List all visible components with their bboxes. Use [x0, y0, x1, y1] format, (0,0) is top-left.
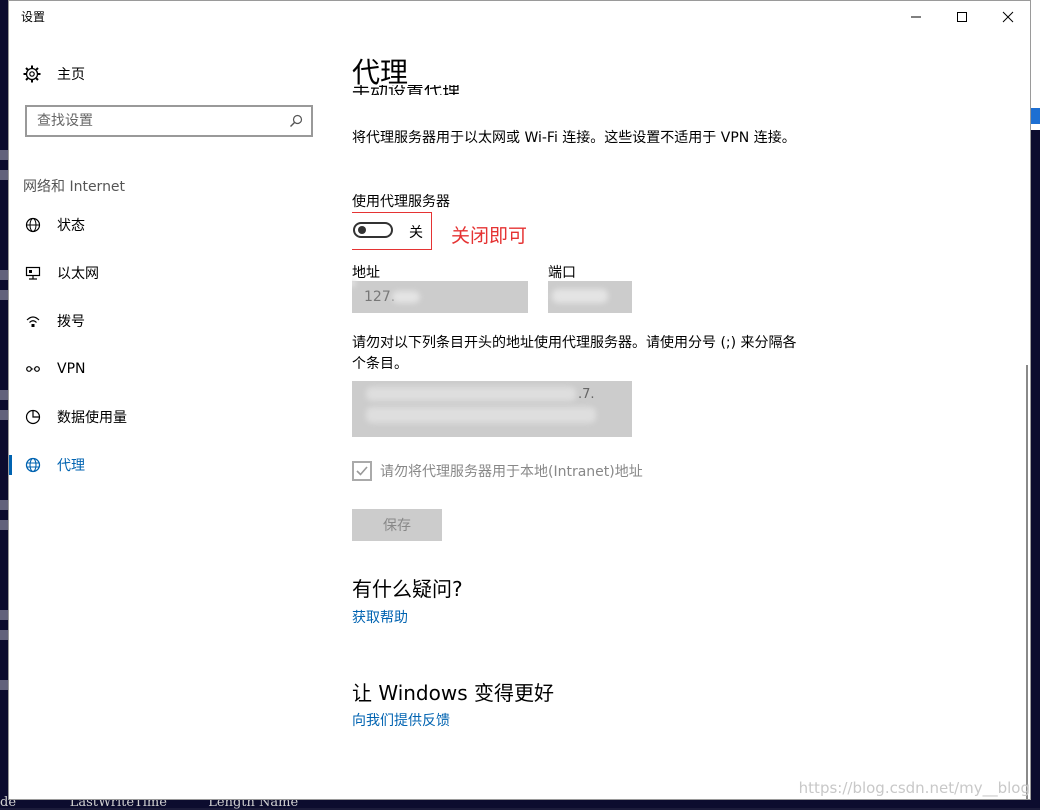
vpn-icon — [24, 360, 42, 378]
title-bar[interactable]: 设置 — [9, 1, 1030, 33]
sidebar-item-label: 状态 — [57, 218, 85, 234]
checkmark-icon — [356, 466, 368, 476]
nav-home-label: 主页 — [57, 67, 85, 83]
exceptions-description: 请勿对以下列条目开头的地址使用代理服务器。请使用分号 (;) 来分隔各个条目。 — [352, 335, 797, 372]
section-title: 网络和 Internet — [23, 179, 126, 195]
questions-heading: 有什么疑问? — [352, 577, 463, 601]
local-address-checkbox[interactable] — [352, 461, 372, 481]
exceptions-visible-text: .7. — [578, 387, 595, 402]
search-icon — [290, 114, 303, 127]
sidebar-item-label: 以太网 — [57, 266, 99, 282]
dialup-icon — [24, 312, 42, 330]
sidebar-item-label: VPN — [57, 361, 86, 377]
exceptions-redaction-2 — [366, 407, 596, 423]
minimize-icon — [911, 16, 921, 18]
address-redaction — [392, 291, 420, 303]
sidebar-item-label: 代理 — [57, 458, 85, 474]
maximize-button[interactable] — [939, 1, 985, 33]
use-proxy-toggle[interactable] — [353, 222, 393, 238]
local-address-checkbox-row[interactable]: 请勿将代理服务器用于本地(Intranet)地址 — [352, 461, 643, 481]
annotation-text: 关闭即可 — [451, 225, 528, 247]
ethernet-icon — [24, 264, 42, 282]
search-input[interactable] — [27, 107, 277, 135]
scrollbar[interactable] — [1026, 365, 1028, 799]
toggle-knob — [358, 226, 366, 234]
window-title: 设置 — [21, 10, 46, 24]
close-button[interactable] — [985, 1, 1030, 33]
exceptions-textarea[interactable]: .7. — [352, 381, 632, 437]
port-label: 端口 — [548, 265, 576, 281]
use-proxy-label: 使用代理服务器 — [352, 194, 450, 210]
get-help-link[interactable]: 获取帮助 — [352, 607, 408, 627]
sidebar-item-label: 拨号 — [57, 314, 85, 330]
feedback-link[interactable]: 向我们提供反馈 — [352, 710, 450, 730]
toggle-state-text: 关 — [409, 225, 423, 241]
data-usage-icon — [24, 408, 42, 426]
proxy-description: 将代理服务器用于以太网或 Wi-Fi 连接。这些设置不适用于 VPN 连接。 — [352, 130, 796, 146]
close-icon — [1002, 11, 1014, 23]
nav-home[interactable]: 主页 — [23, 63, 85, 85]
sidebar-item-ethernet[interactable]: 以太网 — [9, 253, 329, 293]
sidebar: 主页 网络和 Internet 状态 以太网 拨号 — [9, 33, 329, 799]
gear-icon — [23, 65, 41, 83]
globe-status-icon — [24, 216, 42, 234]
background-console-left-edge — [0, 140, 8, 740]
search-box[interactable] — [25, 105, 313, 137]
minimize-button[interactable] — [893, 1, 939, 33]
address-label: 地址 — [352, 265, 380, 281]
local-address-checkbox-label: 请勿将代理服务器用于本地(Intranet)地址 — [380, 464, 643, 480]
sidebar-item-data-usage[interactable]: 数据使用量 — [9, 397, 329, 437]
main-content: 代理 手动设置代理 将代理服务器用于以太网或 Wi-Fi 连接。这些设置不适用于… — [352, 33, 1012, 799]
sidebar-item-proxy[interactable]: 代理 — [9, 445, 329, 485]
toggle-highlight-box: 关 — [352, 212, 432, 250]
manual-proxy-heading: 手动设置代理 — [352, 85, 552, 95]
background-console-accent — [1030, 108, 1040, 124]
address-field[interactable] — [352, 281, 528, 313]
sidebar-item-vpn[interactable]: VPN — [9, 349, 329, 389]
sidebar-item-label: 数据使用量 — [57, 410, 127, 426]
sidebar-item-dialup[interactable]: 拨号 — [9, 301, 329, 341]
port-redaction — [552, 289, 608, 303]
globe-icon — [24, 456, 42, 474]
maximize-icon — [957, 12, 967, 22]
improve-windows-heading: 让 Windows 变得更好 — [352, 681, 554, 705]
settings-window: 设置 主页 查找设置 网络和 Internet 状态 以太网 拨号 VPN 数据… — [8, 0, 1031, 800]
save-button[interactable]: 保存 — [352, 509, 442, 541]
watermark: https://blog.csdn.net/my__blog — [798, 779, 1030, 797]
exceptions-redaction-1 — [366, 387, 576, 401]
active-indicator — [9, 455, 12, 475]
sidebar-item-status[interactable]: 状态 — [9, 205, 329, 245]
